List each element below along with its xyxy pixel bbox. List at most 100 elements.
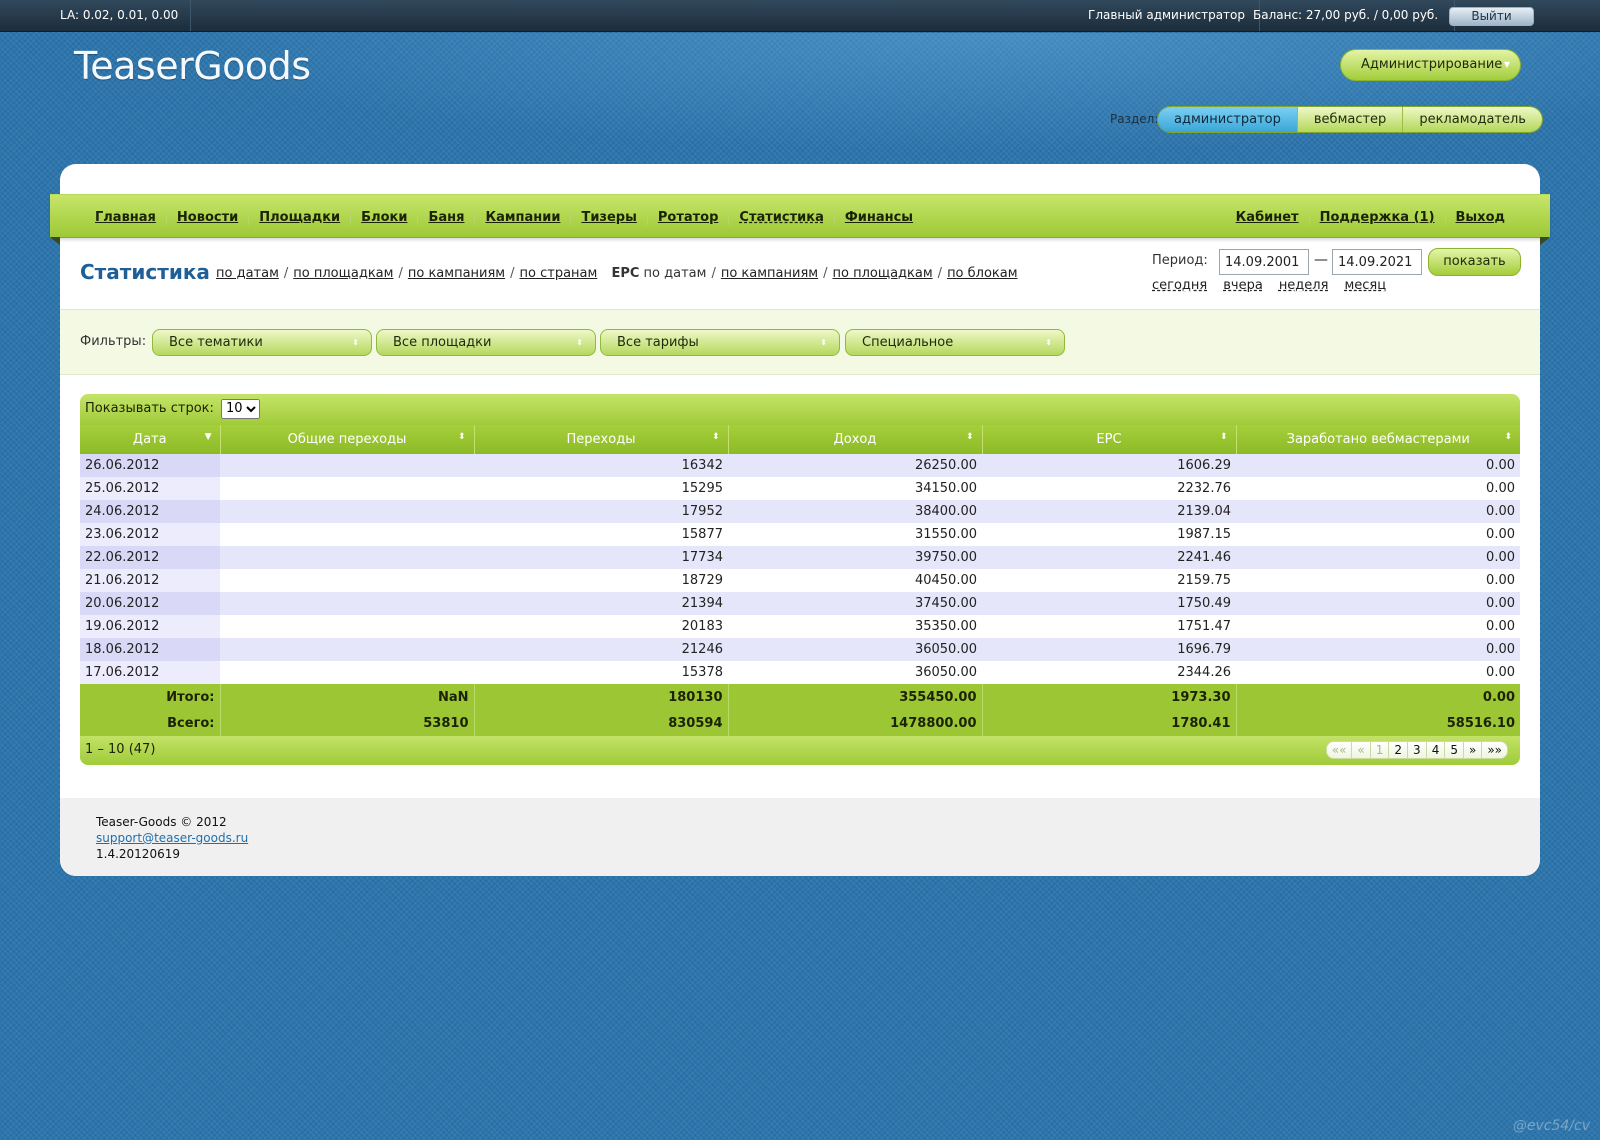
- support-email-link[interactable]: support@teaser-goods.ru: [96, 831, 248, 845]
- section-switch: администратор вебмастер рекламодатель: [1157, 106, 1543, 133]
- logout-button[interactable]: Выйти: [1449, 7, 1534, 26]
- period-yesterday[interactable]: вчера: [1223, 278, 1263, 293]
- cell-earned: 0.00: [1236, 592, 1520, 615]
- filter-tariffs[interactable]: Все тарифы ⬍: [600, 329, 840, 356]
- table-row: 18.06.2012 21246 36050.00 1696.79 0.00: [80, 638, 1520, 661]
- administration-menu-button[interactable]: Администрирование ▼: [1340, 49, 1521, 81]
- col-date[interactable]: Дата ▼: [80, 425, 220, 454]
- cell-clicks: 16342: [474, 454, 728, 477]
- nav-teasers[interactable]: Тизеры: [570, 209, 646, 225]
- nav-finance[interactable]: Финансы: [833, 209, 923, 225]
- record-range: 1 – 10 (47): [85, 742, 156, 757]
- page-1[interactable]: 1: [1369, 742, 1389, 758]
- page-3[interactable]: 3: [1407, 742, 1426, 758]
- period-week[interactable]: неделя: [1279, 278, 1329, 293]
- period-label: Период:: [1152, 253, 1208, 268]
- page-last[interactable]: »»: [1481, 742, 1507, 758]
- cell-date: 24.06.2012: [80, 500, 220, 523]
- nav-sites[interactable]: Площадки: [248, 209, 350, 225]
- sort-icon: ⬍: [1504, 432, 1512, 442]
- nav-blocks[interactable]: Блоки: [350, 209, 417, 225]
- cell-epc: 1696.79: [982, 638, 1236, 661]
- cell-epc: 2344.26: [982, 661, 1236, 684]
- nav-banya[interactable]: Баня: [417, 209, 474, 225]
- load-average: LA: 0.02, 0.01, 0.00: [60, 0, 192, 31]
- link-by-countries[interactable]: по странам: [520, 266, 598, 281]
- link-by-campaigns[interactable]: по кампаниям: [408, 266, 505, 281]
- stat-view-links: по датам / по площадкам / по кампаниям / по ст…: [216, 266, 1018, 281]
- cell-total-clicks: [220, 477, 474, 500]
- cell-clicks: 21246: [474, 638, 728, 661]
- col-clicks-label: Переходы: [566, 432, 636, 447]
- nav-support[interactable]: Поддержка (1): [1308, 209, 1445, 225]
- section-webmaster[interactable]: вебмастер: [1296, 107, 1403, 132]
- table-row: 19.06.2012 20183 35350.00 1751.47 0.00: [80, 615, 1520, 638]
- nav-left: Главная Новости Площадки Блоки Баня Камп…: [85, 195, 923, 239]
- link-epc-blocks[interactable]: по блокам: [947, 266, 1018, 281]
- page-prev[interactable]: «: [1351, 742, 1370, 758]
- cell-clicks: 21394: [474, 592, 728, 615]
- link-by-sites[interactable]: по площадкам: [293, 266, 393, 281]
- select-arrows-icon: ⬍: [1045, 338, 1052, 347]
- cell-epc: 2241.46: [982, 546, 1236, 569]
- cell-earned: 0.00: [1236, 569, 1520, 592]
- page-2[interactable]: 2: [1388, 742, 1408, 758]
- cell-earned: 0.00: [1236, 546, 1520, 569]
- col-income[interactable]: Доход ⬍: [727, 425, 982, 454]
- nav-news[interactable]: Новости: [165, 209, 248, 225]
- filter-special[interactable]: Специальное ⬍: [845, 329, 1065, 356]
- page-5[interactable]: 5: [1444, 742, 1463, 758]
- date-to-input[interactable]: [1332, 249, 1422, 275]
- section-admin[interactable]: администратор: [1158, 107, 1297, 132]
- cell-income: 35350.00: [728, 615, 982, 638]
- col-income-label: Доход: [833, 432, 877, 447]
- col-date-label: Дата: [132, 432, 167, 447]
- cell-earned: 0.00: [1236, 523, 1520, 546]
- table-row: 23.06.2012 15877 31550.00 1987.15 0.00: [80, 523, 1520, 546]
- filter-tariffs-value: Все тарифы: [617, 335, 699, 350]
- link-epc-sites[interactable]: по площадкам: [832, 266, 932, 281]
- grid-footer: 1 – 10 (47) «« « 1 2 3 4 5 » »»: [80, 736, 1520, 765]
- cell-income: 40450.00: [728, 569, 982, 592]
- footer-copyright: Teaser-Goods © 2012: [96, 815, 227, 829]
- show-button[interactable]: показать: [1428, 248, 1521, 276]
- cell-label: Всего:: [80, 710, 220, 736]
- cell-total-clicks: [220, 546, 474, 569]
- nav-cabinet[interactable]: Кабинет: [1226, 210, 1309, 225]
- period-month[interactable]: месяц: [1344, 278, 1386, 293]
- logo[interactable]: TeaserGoods: [74, 44, 311, 88]
- nav-exit[interactable]: Выход: [1444, 209, 1515, 225]
- nav-home[interactable]: Главная: [85, 210, 166, 225]
- period-quick-links: сегодня вчера неделя месяц: [1152, 278, 1386, 293]
- nav-statistics[interactable]: Статистика: [728, 209, 833, 225]
- link-by-dates[interactable]: по датам: [216, 266, 279, 281]
- table-row: 21.06.2012 18729 40450.00 2159.75 0.00: [80, 569, 1520, 592]
- cell-label: Итого:: [80, 684, 220, 710]
- page-title: Статистика: [80, 260, 210, 284]
- period-today[interactable]: сегодня: [1152, 278, 1207, 293]
- cell-date: 26.06.2012: [80, 454, 220, 477]
- footer-version: 1.4.20120619: [96, 847, 180, 861]
- filter-topics-value: Все тематики: [169, 335, 263, 350]
- page-4[interactable]: 4: [1425, 742, 1445, 758]
- filter-topics[interactable]: Все тематики ⬍: [152, 329, 372, 356]
- date-from-input[interactable]: [1219, 249, 1309, 275]
- stats-grid: Показывать строк: 10 Дата ▼ Общие переход…: [80, 394, 1520, 765]
- col-total-clicks[interactable]: Общие переходы ⬍: [219, 425, 474, 454]
- col-epc[interactable]: EPC ⬍: [981, 425, 1236, 454]
- filter-sites[interactable]: Все площадки ⬍: [376, 329, 596, 356]
- cell-earned: 0.00: [1236, 454, 1520, 477]
- sort-icon: ⬍: [965, 432, 974, 442]
- nav-campaigns[interactable]: Кампании: [474, 209, 570, 225]
- cell-income: 37450.00: [728, 592, 982, 615]
- section-advertiser[interactable]: рекламодатель: [1402, 107, 1542, 132]
- page-next[interactable]: »: [1462, 742, 1482, 758]
- rows-per-page-select[interactable]: 10: [221, 398, 261, 419]
- col-clicks[interactable]: Переходы ⬍: [473, 425, 728, 454]
- stats-table: Дата ▼ Общие переходы ⬍ Переходы ⬍ Доход ⬍ E…: [80, 425, 1520, 736]
- nav-rotator[interactable]: Ротатор: [646, 209, 729, 225]
- filter-sites-value: Все площадки: [393, 335, 492, 350]
- col-earned[interactable]: Заработано вебмастерами ⬍: [1235, 425, 1520, 454]
- page-first[interactable]: ««: [1326, 742, 1352, 758]
- link-epc-campaigns[interactable]: по кампаниям: [721, 266, 818, 281]
